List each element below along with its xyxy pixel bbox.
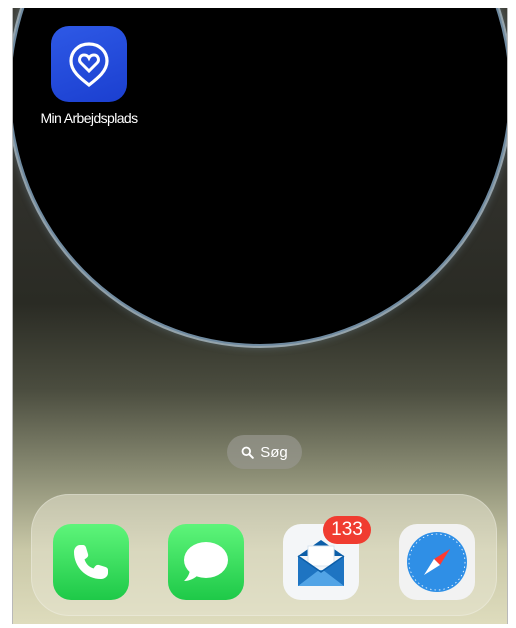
app-label: Min Arbejdsplads (40, 110, 138, 126)
search-button[interactable]: Søg (227, 435, 302, 469)
dock: 133 (31, 494, 497, 616)
safari-app-icon[interactable] (399, 524, 475, 600)
compass-icon (407, 532, 467, 592)
phone-app-icon[interactable] (53, 524, 129, 600)
phone-icon (74, 545, 108, 579)
messages-app-icon[interactable] (168, 524, 244, 600)
search-icon (241, 446, 255, 459)
search-label: Søg (260, 443, 288, 461)
home-screen: Min Arbejdsplads Søg 133 (12, 8, 508, 624)
app-min-arbejdsplads[interactable]: Min Arbejdsplads (40, 26, 138, 126)
message-bubble-icon (184, 542, 228, 581)
heart-shield-icon[interactable] (51, 26, 127, 102)
mail-badge: 133 (323, 516, 371, 544)
